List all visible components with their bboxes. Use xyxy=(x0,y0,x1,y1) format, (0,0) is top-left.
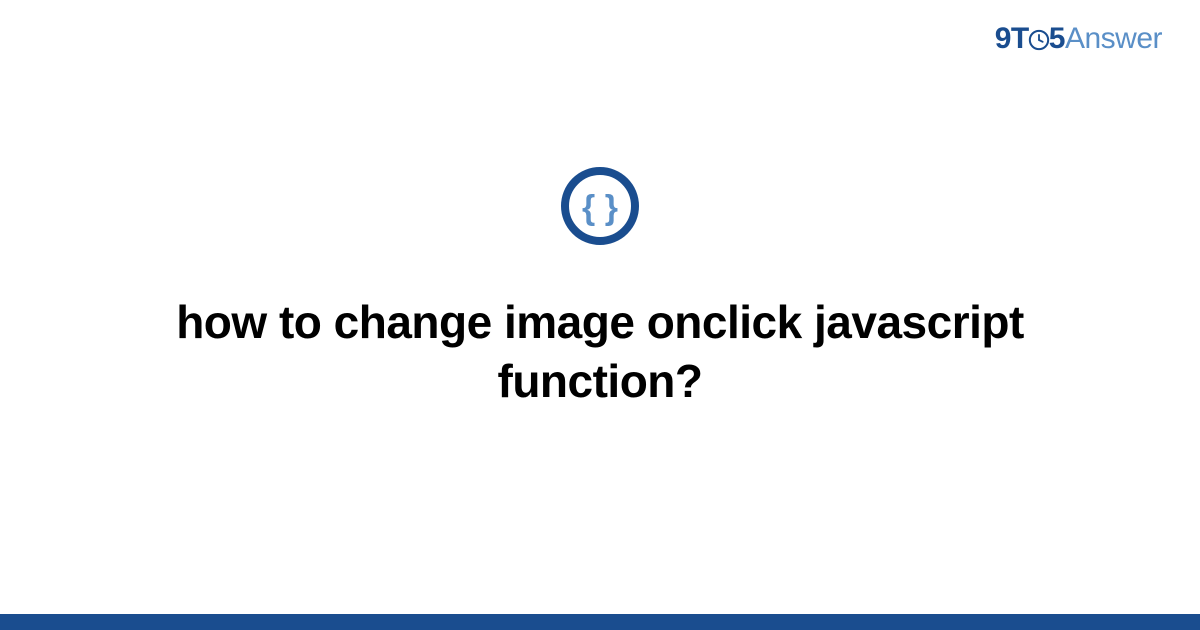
content-wrapper: { } how to change image onclick javascri… xyxy=(0,0,1200,614)
svg-text:{ }: { } xyxy=(582,189,618,227)
topic-badge-icon: { } xyxy=(560,204,640,293)
footer-bar xyxy=(0,614,1200,630)
question-title: how to change image onclick javascript f… xyxy=(140,293,1060,411)
